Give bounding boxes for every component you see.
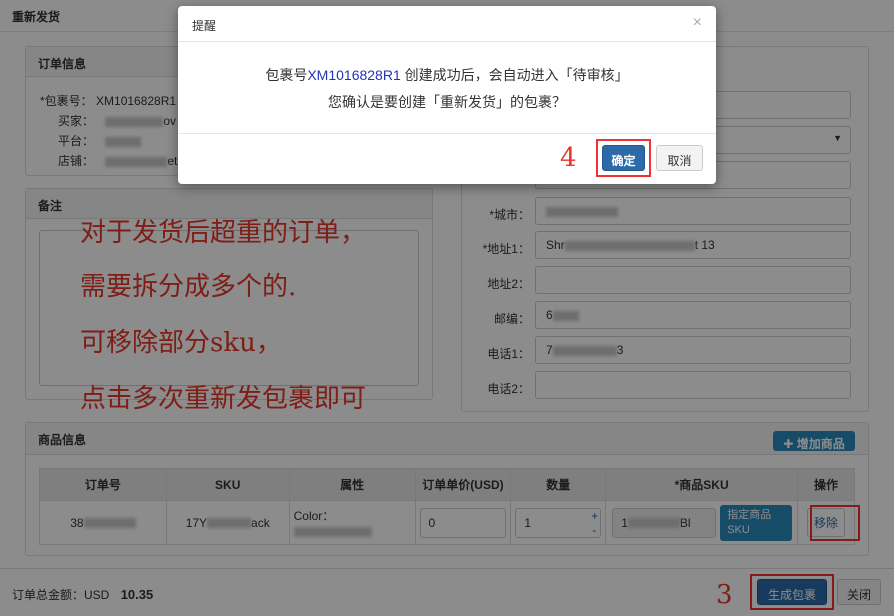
dialog-message-line1: 包裹号XM1016828R1 创建成功后，会自动进入「待审核」 <box>265 67 629 83</box>
confirm-button[interactable]: 确定 <box>602 145 645 171</box>
step-4-marker: 4 <box>560 143 577 173</box>
cancel-button[interactable]: 取消 <box>656 145 703 171</box>
dialog-package-number: XM1016828R1 <box>307 67 401 83</box>
dialog-message-line2: 您确认是要创建「重新发货」的包裹？ <box>328 94 566 110</box>
dialog-body: 包裹号XM1016828R1 创建成功后，会自动进入「待审核」 您确认是要创建「… <box>178 42 716 134</box>
resend-page: 重新发货 订单信息 *包裹号： XM1016828R1 买家： ov 平台： 店… <box>0 0 894 616</box>
confirm-dialog: 提醒 × 包裹号XM1016828R1 创建成功后，会自动进入「待审核」 您确认… <box>178 6 716 184</box>
close-icon[interactable]: × <box>693 14 702 32</box>
dialog-title: 提醒 <box>192 19 217 33</box>
dialog-header: 提醒 × <box>178 6 716 42</box>
